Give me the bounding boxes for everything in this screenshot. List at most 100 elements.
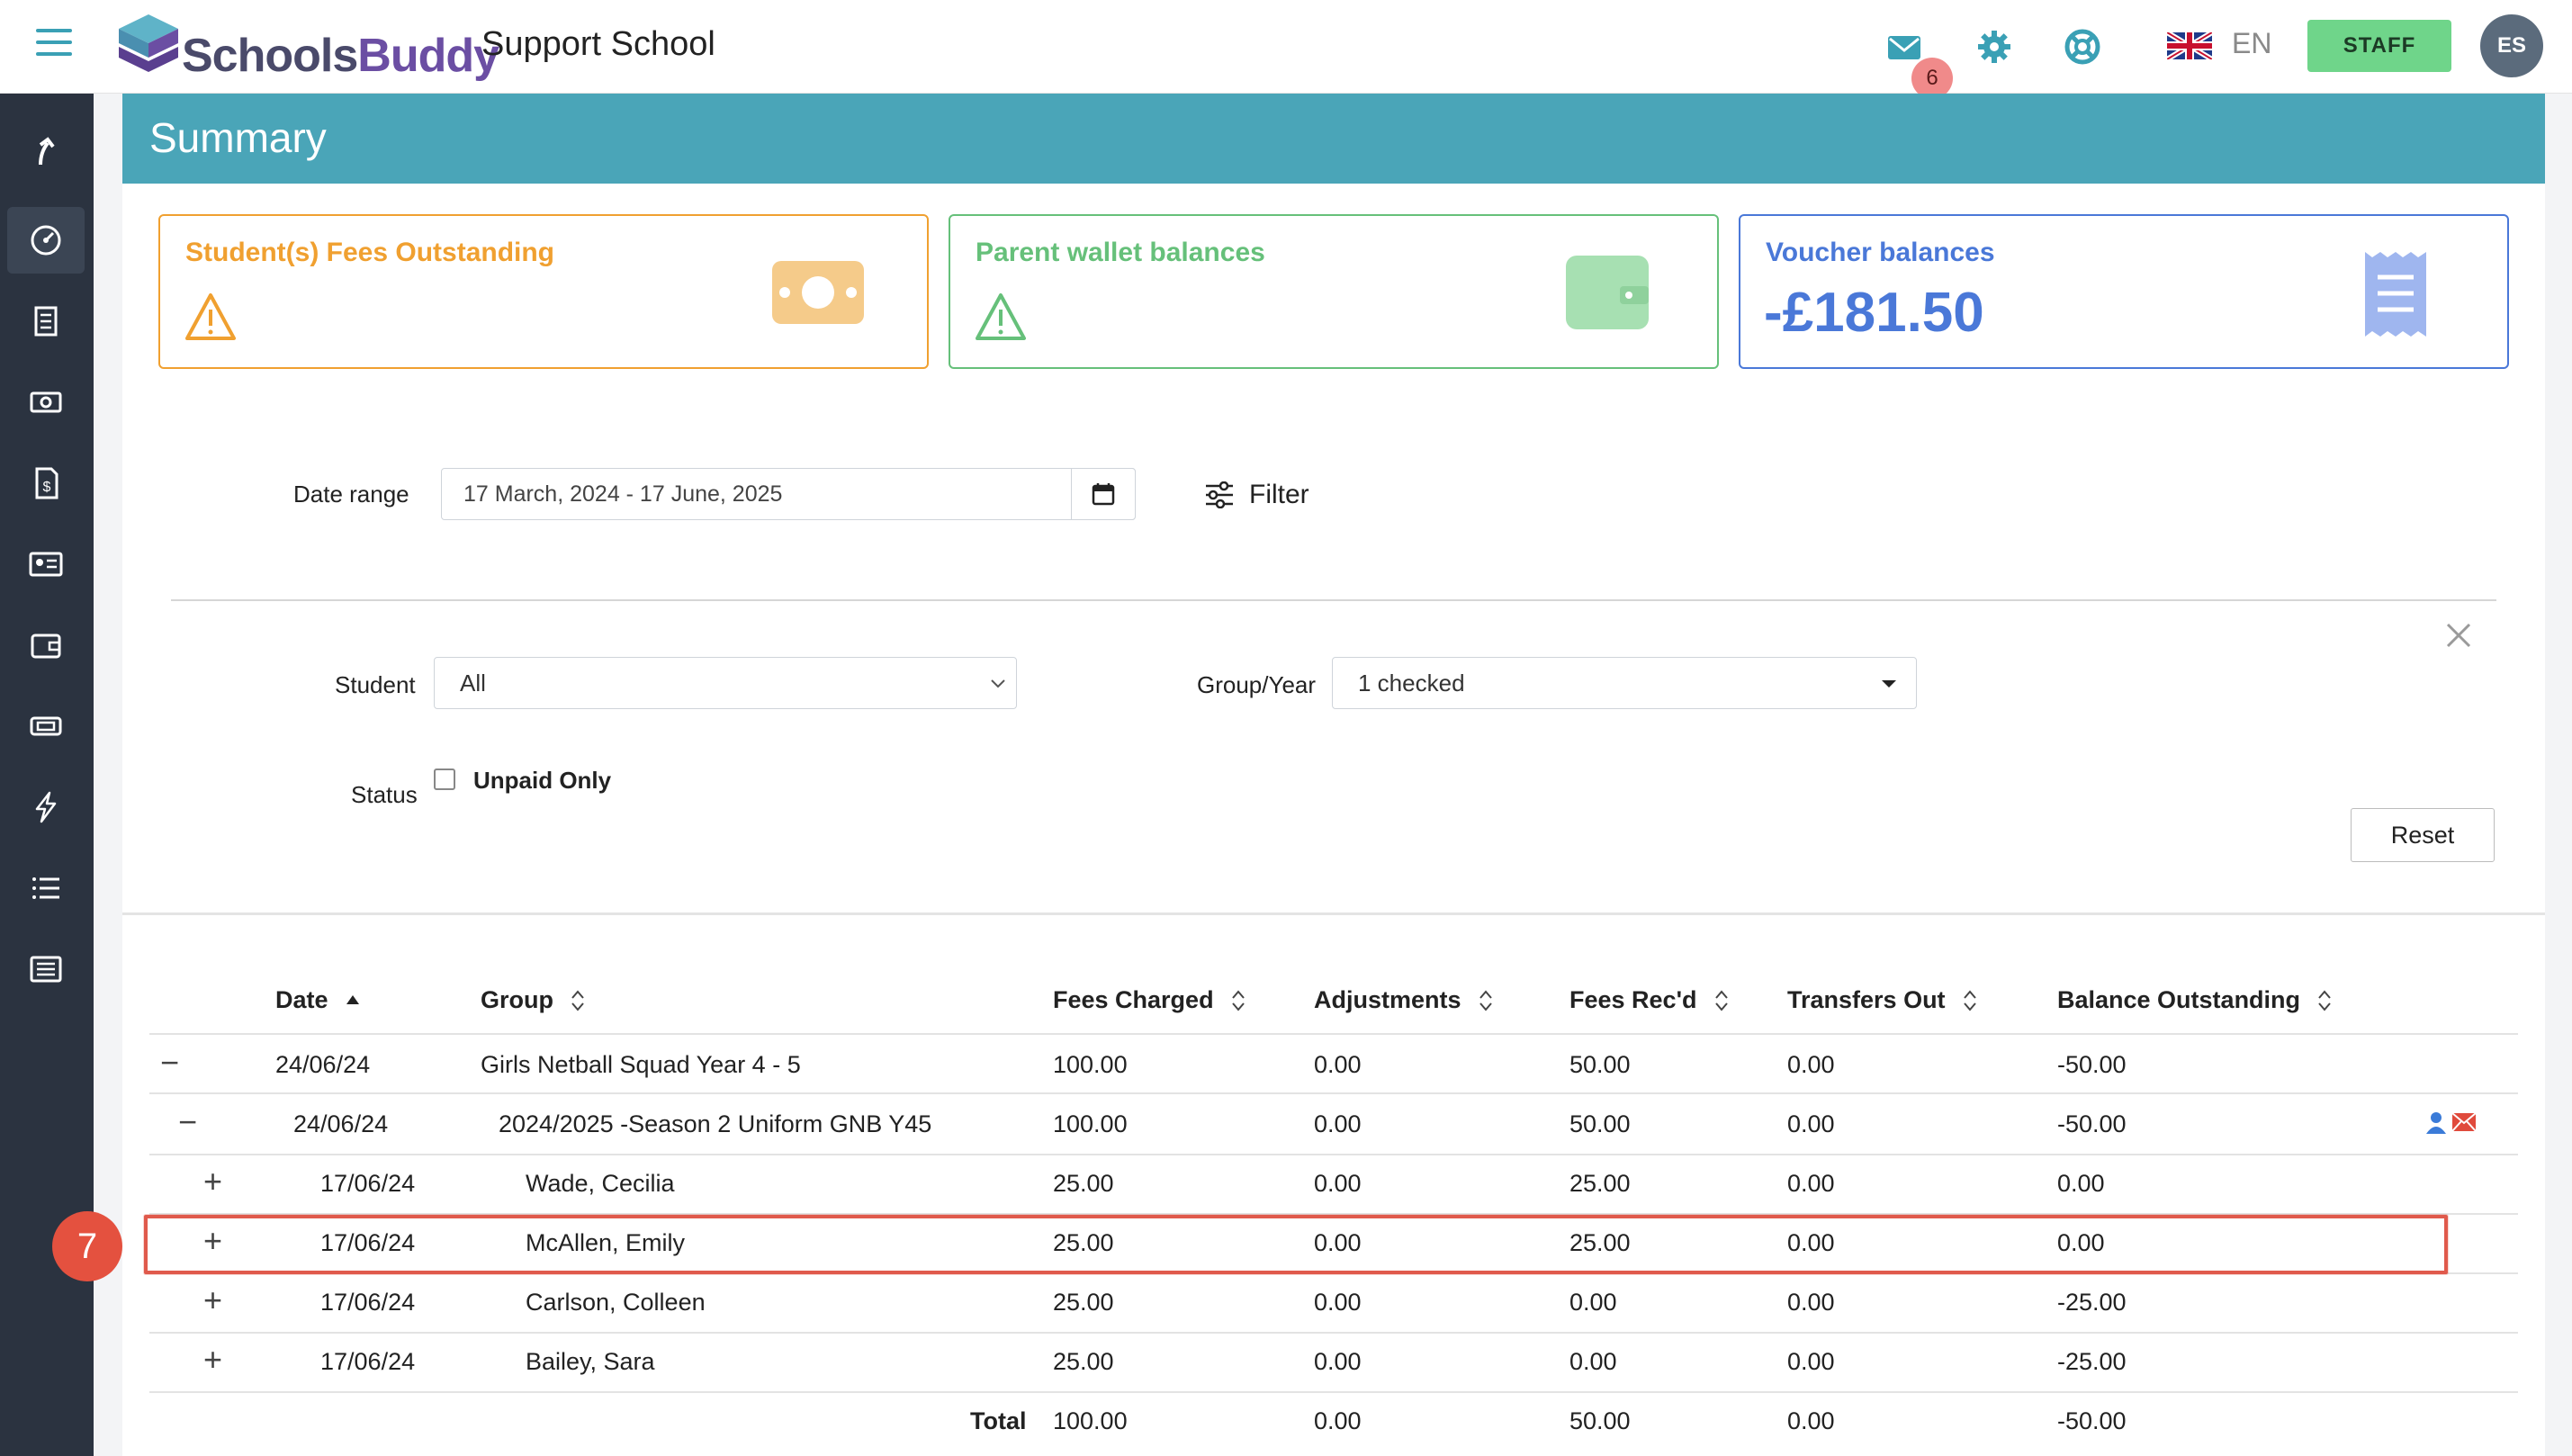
cell-balance: -50.00 [2057,1110,2127,1137]
report-icon [30,956,62,983]
money-icon [30,391,62,413]
row-divider [149,1332,2518,1334]
column-header-label: Fees Rec'd [1569,986,1697,1013]
column-header-transfers-out[interactable]: Transfers Out [1787,986,1978,1014]
caret-down-icon [1882,680,1896,688]
cell-fees-recd: 50.00 [1569,1110,1631,1137]
column-header-balance-outstanding[interactable]: Balance Outstanding [2057,986,2333,1014]
cell-group: 2024/2025 -Season 2 Uniform GNB Y45 [499,1110,932,1137]
avatar[interactable]: ES [2480,14,2543,77]
logo[interactable]: SchoolsBuddy [115,11,499,83]
expand-toggle[interactable]: + [203,1341,222,1379]
receipt-icon [34,306,58,337]
cell-adjustments: 0.00 [1314,1348,1362,1375]
reset-button[interactable]: Reset [2351,808,2495,862]
cell-balance: -25.00 [2057,1348,2127,1375]
page-title: Summary [149,114,327,161]
support-icon[interactable] [2063,27,2102,67]
column-header-label: Date [275,986,328,1013]
unpaid-only-label[interactable]: Unpaid Only [473,767,611,795]
collapse-toggle[interactable]: − [178,1103,197,1141]
sort-icon [1714,989,1728,1011]
sidebar-item-fees[interactable] [7,369,85,436]
cell-date: 24/06/24 [293,1110,389,1137]
column-header-label: Transfers Out [1787,986,1946,1013]
cell-date: 17/06/24 [320,1348,416,1375]
total-label: Total [970,1407,1027,1434]
expand-toggle[interactable]: + [203,1163,222,1200]
ticket-icon [30,716,62,736]
sort-asc-icon [346,994,359,1004]
uk-flag-icon[interactable] [2165,30,2214,62]
email-icon[interactable] [2451,1112,2477,1132]
sidebar-item-dashboard[interactable] [7,207,85,274]
invoice-icon: $ [35,467,58,499]
student-select-value: All [460,670,486,697]
hamburger-icon[interactable] [36,29,72,61]
back-arrow-icon [39,137,55,166]
staff-button[interactable]: STAFF [2307,20,2451,72]
column-header-date[interactable]: Date [275,986,361,1014]
step-number-badge: 7 [52,1211,122,1281]
group-year-select-value: 1 checked [1358,670,1465,697]
card-voucher-balances[interactable]: Voucher balances -£181.50 [1739,214,2509,369]
summary-header: Summary [122,94,2545,184]
card-parent-wallet-balances[interactable]: Parent wallet balances [949,214,1719,369]
filter-button[interactable]: Filter [1204,475,1309,515]
sidebar-item-id-cards[interactable] [7,531,85,598]
cell-adjustments: 0.00 [1314,1051,1362,1078]
highlight-box [144,1215,2448,1274]
card-title: Student(s) Fees Outstanding [185,238,555,267]
group-year-select[interactable]: 1 checked [1332,657,1917,709]
wallet-icon [1566,256,1649,329]
date-range-input[interactable]: 17 March, 2024 - 17 June, 2025 [441,468,1136,520]
school-name: Support School [481,25,715,63]
wallet-icon [31,634,61,659]
total-balance: -50.00 [2057,1407,2127,1434]
sidebar-item-lists[interactable] [7,855,85,921]
sidebar-item-invoices[interactable]: $ [7,450,85,517]
cell-fees-charged: 25.00 [1053,1348,1114,1375]
column-header-label: Group [481,986,553,1013]
card-fees-outstanding[interactable]: Student(s) Fees Outstanding [158,214,929,369]
close-icon[interactable] [2441,617,2477,653]
total-adjustments: 0.00 [1314,1407,1362,1434]
language-selector[interactable]: EN [2232,27,2271,60]
receipt-icon [2365,252,2426,337]
sidebar-item-receipts[interactable] [7,288,85,355]
user-icon[interactable] [2424,1110,2448,1134]
cell-date: 17/06/24 [320,1170,416,1197]
sidebar-item-activity[interactable] [7,774,85,840]
column-header-fees-recd[interactable]: Fees Rec'd [1569,986,1730,1014]
student-select[interactable]: All [434,657,1017,709]
column-header-adjustments[interactable]: Adjustments [1314,986,1494,1014]
sidebar-item-reports[interactable] [7,936,85,1002]
sort-icon [1231,989,1245,1011]
gear-icon[interactable] [1974,27,2014,67]
card-title: Parent wallet balances [976,238,1265,267]
total-transfers-out: 0.00 [1787,1407,1835,1434]
column-header-fees-charged[interactable]: Fees Charged [1053,986,1246,1014]
mail-icon[interactable] [1884,27,1924,67]
expand-toggle[interactable]: + [203,1281,222,1319]
sidebar-item-tickets[interactable] [7,693,85,759]
cell-date: 17/06/24 [320,1289,416,1316]
cell-student: Bailey, Sara [526,1348,655,1375]
cell-fees-charged: 100.00 [1053,1051,1128,1078]
sort-icon [1479,989,1492,1011]
sort-icon [571,989,584,1011]
row-divider [149,1092,2518,1094]
unpaid-only-checkbox[interactable] [434,768,455,790]
cell-student: Wade, Cecilia [526,1170,675,1197]
lightning-icon [35,791,57,823]
cell-balance: -25.00 [2057,1289,2127,1316]
list-icon [32,877,59,899]
calendar-button[interactable] [1071,468,1136,520]
sidebar-item-back[interactable] [7,119,85,185]
collapse-toggle[interactable]: − [160,1044,179,1082]
column-header-group[interactable]: Group [481,986,586,1014]
sidebar-item-wallets[interactable] [7,612,85,679]
column-header-label: Adjustments [1314,986,1461,1013]
cell-adjustments: 0.00 [1314,1110,1362,1137]
top-bar: SchoolsBuddy Support School 6 EN STAFF E… [0,0,2572,99]
